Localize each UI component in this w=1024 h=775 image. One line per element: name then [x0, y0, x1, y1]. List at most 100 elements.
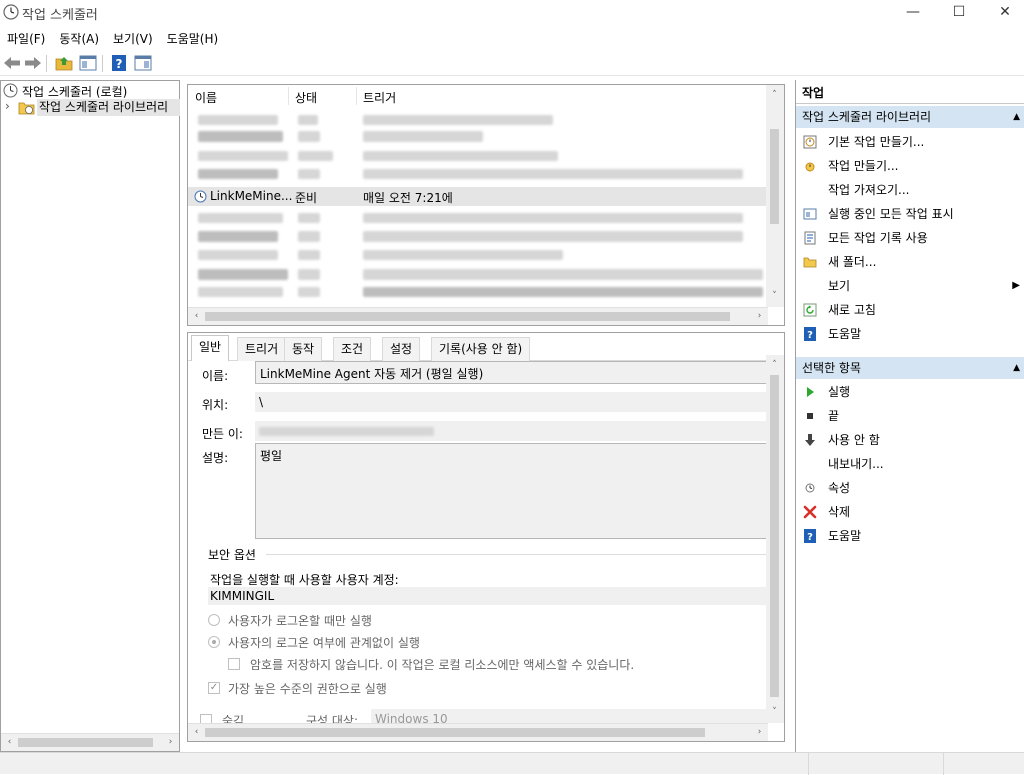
minimize-button[interactable]: — [890, 0, 936, 26]
toolbar-separator [102, 55, 103, 72]
author-value [255, 421, 775, 441]
svg-text:?: ? [116, 57, 123, 71]
action-display-running-tasks[interactable]: 실행 중인 모든 작업 표시 [796, 202, 1024, 226]
account-prompt: 작업을 실행할 때 사용할 사용자 계정: [210, 573, 399, 587]
action-new-folder[interactable]: 새 폴더... [796, 250, 1024, 274]
task-list-vscrollbar[interactable]: ˄ ˅ [766, 85, 784, 307]
tree-expander[interactable]: › [5, 99, 10, 113]
menu-view[interactable]: 보기(V) [106, 28, 160, 50]
radio-whether-logged-on[interactable] [208, 636, 220, 648]
task-trigger-cell: 매일 오전 7:21에 [363, 191, 453, 205]
actions-pane: 작업 작업 스케줄러 라이브러리 ▲ 기본 작업 만들기... 작업 만들기..… [795, 80, 1024, 752]
scroll-thumb[interactable] [770, 129, 779, 224]
section-selected-header[interactable]: 선택한 항목 ▲ [796, 357, 1024, 379]
scroll-right-arrow-icon[interactable]: › [162, 734, 179, 751]
section-library-header[interactable]: 작업 스케줄러 라이브러리 ▲ [796, 106, 1024, 128]
folder-up-icon[interactable] [54, 53, 74, 73]
close-button[interactable]: ✕ [982, 0, 1024, 26]
column-header-status[interactable]: 상태 [295, 89, 317, 106]
collapse-up-icon[interactable]: ▲ [1013, 357, 1020, 379]
tab-actions[interactable]: 동작 [284, 337, 323, 361]
action-export[interactable]: 내보내기... [796, 452, 1024, 476]
action-refresh[interactable]: 새로 고침 [796, 298, 1024, 322]
help-icon[interactable]: ? [109, 53, 129, 73]
column-header-name[interactable]: 이름 [195, 89, 217, 106]
description-field[interactable]: 평일 [255, 443, 775, 539]
end-icon [807, 413, 813, 419]
scroll-left-arrow-icon[interactable]: ‹ [188, 308, 205, 325]
forward-arrow-icon[interactable] [23, 53, 43, 73]
action-enable-history-label: 모든 작업 기록 사용 [828, 231, 928, 245]
scroll-thumb[interactable] [18, 738, 153, 747]
action-view[interactable]: 보기 ▶ [796, 274, 1024, 298]
tree-hscrollbar[interactable]: ‹ › [1, 733, 179, 751]
tab-general[interactable]: 일반 [191, 335, 230, 361]
menu-file[interactable]: 파일(F) [0, 28, 52, 50]
action-view-label: 보기 [828, 279, 851, 293]
action-create-basic-task[interactable]: 기본 작업 만들기... [796, 130, 1024, 154]
maximize-button[interactable]: ☐ [936, 0, 982, 26]
tab-conditions[interactable]: 조건 [333, 337, 372, 361]
show-hide-action-pane-icon[interactable] [133, 53, 153, 73]
tree-root-label[interactable]: 작업 스케줄러 (로컬) [22, 83, 127, 100]
group-divider [266, 554, 768, 555]
action-run[interactable]: 실행 [796, 380, 1024, 404]
show-hide-console-tree-icon[interactable] [78, 53, 98, 73]
submenu-arrow-icon: ▶ [1012, 280, 1020, 291]
action-help-selected[interactable]: ? 도움말 [796, 524, 1024, 548]
scroll-right-arrow-icon[interactable]: › [751, 724, 768, 741]
new-folder-icon [803, 257, 817, 268]
tab-triggers[interactable]: 트리거 [237, 337, 287, 361]
scroll-thumb[interactable] [770, 375, 779, 697]
task-list-hscrollbar[interactable]: ‹ › [188, 307, 768, 325]
highest-privileges-checkbox[interactable]: ✓ [208, 682, 220, 694]
radio-logged-on-only[interactable] [208, 614, 220, 626]
name-field[interactable]: LinkMeMine Agent 자동 제거 (평일 실행) [255, 361, 775, 384]
scroll-right-arrow-icon[interactable]: › [751, 308, 768, 325]
scroll-up-arrow-icon[interactable]: ˄ [766, 357, 783, 374]
no-store-password-checkbox[interactable] [228, 658, 240, 670]
action-delete[interactable]: 삭제 [796, 500, 1024, 524]
action-help-library[interactable]: ? 도움말 [796, 322, 1024, 346]
scroll-down-arrow-icon[interactable]: ˅ [766, 704, 783, 721]
tab-settings[interactable]: 설정 [382, 337, 421, 361]
menu-help[interactable]: 도움말(H) [160, 28, 226, 50]
action-help-selected-label: 도움말 [828, 529, 862, 543]
action-end[interactable]: 끝 [796, 404, 1024, 428]
detail-vscrollbar[interactable]: ˄ ˅ [766, 355, 784, 723]
action-create-task[interactable]: 작업 만들기... [796, 154, 1024, 178]
action-disable-label: 사용 안 함 [828, 433, 880, 447]
section-library-title: 작업 스케줄러 라이브러리 [802, 110, 932, 124]
action-help-library-label: 도움말 [828, 327, 862, 341]
location-value: \ [255, 392, 775, 412]
column-divider [356, 87, 357, 105]
task-clock-icon [194, 190, 207, 203]
author-label: 만든 이: [202, 427, 243, 441]
scroll-left-arrow-icon[interactable]: ‹ [1, 734, 18, 751]
scroll-left-arrow-icon[interactable]: ‹ [188, 724, 205, 741]
delete-icon [803, 505, 817, 519]
create-basic-task-icon [803, 135, 817, 149]
scroll-down-arrow-icon[interactable]: ˅ [766, 288, 783, 305]
scroll-thumb[interactable] [205, 312, 730, 321]
action-delete-label: 삭제 [828, 505, 851, 519]
detail-hscrollbar[interactable]: ‹ › [188, 723, 768, 741]
action-enable-history[interactable]: 모든 작업 기록 사용 [796, 226, 1024, 250]
action-import-task[interactable]: 작업 가져오기... [796, 178, 1024, 202]
scroll-thumb[interactable] [205, 728, 705, 737]
tree-item-library[interactable]: 작업 스케줄러 라이브러리 [37, 99, 180, 116]
name-label: 이름: [202, 369, 229, 383]
scroll-up-arrow-icon[interactable]: ˄ [766, 87, 783, 104]
action-disable[interactable]: 사용 안 함 [796, 428, 1024, 452]
back-arrow-icon[interactable] [2, 53, 22, 73]
tab-history[interactable]: 기록(사용 안 함) [431, 337, 531, 361]
action-display-running-tasks-label: 실행 중인 모든 작업 표시 [828, 207, 954, 221]
task-row-selected[interactable]: LinkMeMine... 준비 매일 오전 7:21에 [188, 187, 768, 206]
column-header-triggers[interactable]: 트리거 [363, 89, 396, 106]
collapse-up-icon[interactable]: ▲ [1013, 106, 1020, 128]
menu-action[interactable]: 동작(A) [52, 28, 106, 50]
task-list-pane: 이름 상태 트리거 LinkMeMine... 준비 매일 오전 7:21에 ˄… [187, 84, 785, 326]
toolbar: ? [0, 50, 1024, 76]
action-properties[interactable]: 속성 [796, 476, 1024, 500]
radio-whether-logged-on-label: 사용자의 로그온 여부에 관계없이 실행 [228, 636, 420, 650]
